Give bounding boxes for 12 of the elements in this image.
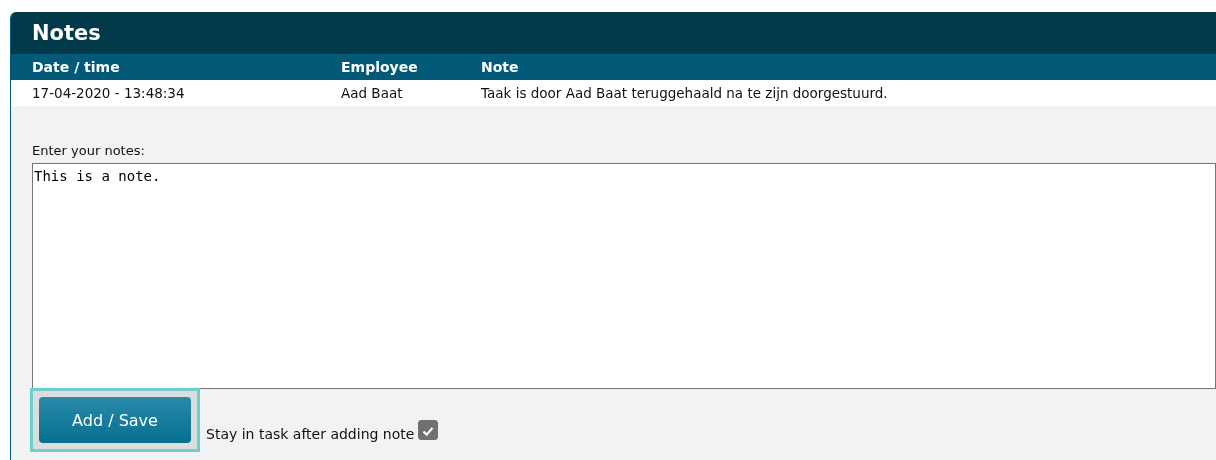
checkbox-label: Stay in task after adding note <box>206 426 415 442</box>
column-header: Date / time <box>32 59 121 75</box>
table-cell: Taak is door Aad Baat teruggehaald na te zijn doorgestuurd. <box>481 85 888 101</box>
panel-title: Notes <box>32 21 101 45</box>
checkbox[interactable] <box>418 420 439 440</box>
column-header: Employee <box>341 59 419 75</box>
column-header: Note <box>481 59 519 75</box>
table-cell-text: 17-04-2020 - 13:48:34 <box>32 85 186 101</box>
add-save-button[interactable]: Add / Save <box>39 397 191 443</box>
notes-field[interactable]: This is a note. <box>32 163 1216 389</box>
table-cell-text: Aad Baat <box>341 85 404 101</box>
field-label: Enter your notes: <box>32 143 145 158</box>
